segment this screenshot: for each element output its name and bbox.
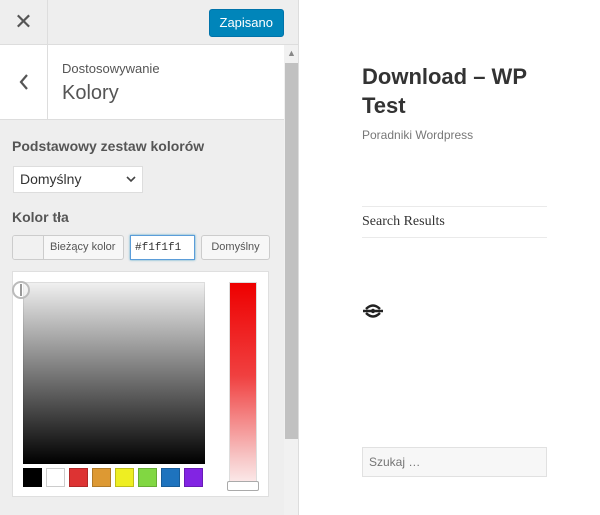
color-scheme-select[interactable]: Domyślny [13, 166, 143, 193]
menu-toggle-icon[interactable] [362, 300, 384, 322]
palette-swatch-7[interactable] [161, 468, 180, 487]
saturation-value-square[interactable] [12, 281, 205, 464]
close-icon: ✕ [14, 9, 33, 34]
palette-swatch-8[interactable] [184, 468, 203, 487]
current-color-button[interactable]: Bieżący kolor [12, 235, 124, 260]
back-button[interactable] [0, 45, 48, 119]
palette-swatch-5[interactable] [115, 468, 134, 487]
color-scheme-title: Podstawowy zestaw kolorów [12, 138, 205, 154]
site-tagline: Poradniki Wordpress [362, 128, 474, 142]
palette-swatch-4[interactable] [92, 468, 111, 487]
customizer-panel: ✕ Zapisano Dostosowywanie Kolory Podstaw… [0, 0, 299, 515]
chevron-left-icon [19, 74, 28, 90]
saturation-handle[interactable] [12, 281, 30, 299]
palette-swatch-1[interactable] [23, 468, 42, 487]
palette-swatch-2[interactable] [46, 468, 65, 487]
section-header: Dostosowywanie Kolory [0, 45, 284, 120]
scrollbar-thumb[interactable] [285, 63, 298, 439]
site-title[interactable]: Download – WP Test [362, 62, 562, 120]
breadcrumb: Dostosowywanie [62, 61, 160, 76]
save-button[interactable]: Zapisano [208, 9, 284, 37]
search-results-heading: Search Results [362, 206, 547, 238]
hue-slider[interactable] [227, 282, 259, 491]
color-picker [12, 271, 269, 497]
color-palette [23, 468, 203, 487]
panel-scrollbar[interactable]: ▲ [284, 45, 298, 515]
customizer-header: ✕ Zapisano [0, 0, 298, 45]
scroll-up-icon[interactable]: ▲ [284, 45, 298, 61]
current-color-swatch [13, 236, 44, 259]
search-input[interactable] [362, 447, 547, 477]
hex-color-input[interactable] [130, 235, 195, 260]
default-color-button[interactable]: Domyślny [201, 235, 270, 260]
palette-swatch-3[interactable] [69, 468, 88, 487]
close-button[interactable]: ✕ [0, 0, 48, 44]
hue-handle[interactable] [227, 481, 259, 491]
background-color-title: Kolor tła [12, 209, 69, 225]
section-title: Kolory [62, 82, 119, 104]
current-color-label: Bieżący kolor [50, 241, 116, 253]
site-preview: Download – WP Test Poradniki Wordpress S… [300, 0, 600, 515]
color-scheme-value: Domyślny [20, 171, 82, 187]
palette-swatch-6[interactable] [138, 468, 157, 487]
chevron-down-icon [126, 167, 136, 202]
